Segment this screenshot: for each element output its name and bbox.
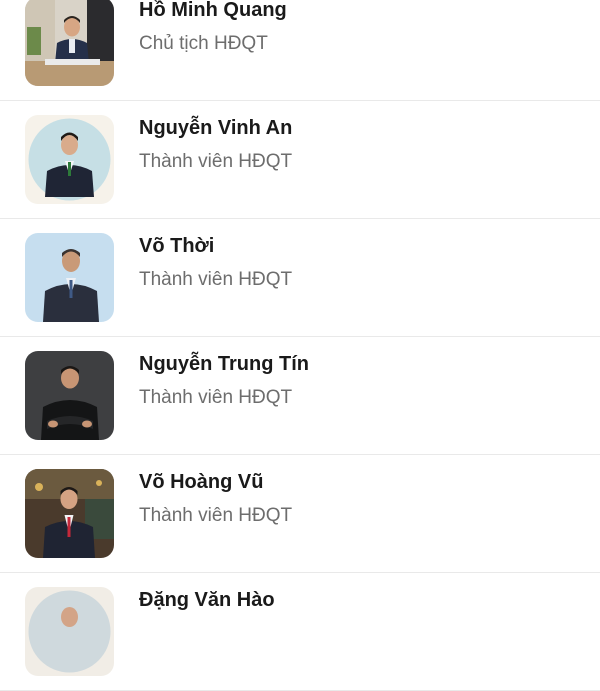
list-item[interactable]: Đặng Văn Hào bbox=[0, 573, 600, 691]
list-item[interactable]: Võ Thời Thành viên HĐQT bbox=[0, 219, 600, 337]
member-name: Hồ Minh Quang bbox=[139, 0, 287, 21]
member-role: Thành viên HĐQT bbox=[139, 269, 293, 290]
person-portrait-photo-icon bbox=[25, 587, 114, 676]
member-name: Võ Hoàng Vũ bbox=[139, 471, 264, 493]
avatar[interactable] bbox=[25, 233, 114, 322]
list-item[interactable]: Hồ Minh Quang Chủ tịch HĐQT bbox=[0, 0, 600, 101]
avatar[interactable] bbox=[25, 0, 114, 86]
member-name: Võ Thời bbox=[139, 235, 215, 257]
list-item[interactable]: Nguyễn Vinh An Thành viên HĐQT bbox=[0, 101, 600, 219]
board-members-list: Hồ Minh Quang Chủ tịch HĐQT Nguyễn Vinh … bbox=[0, 0, 600, 691]
person-portrait-photo-icon bbox=[25, 233, 114, 322]
avatar[interactable] bbox=[25, 351, 114, 440]
member-role: Thành viên HĐQT bbox=[139, 505, 293, 526]
member-name: Nguyễn Vinh An bbox=[139, 117, 293, 139]
member-name: Nguyễn Trung Tín bbox=[139, 353, 309, 375]
person-portrait-circle-photo-icon bbox=[25, 115, 114, 204]
avatar[interactable] bbox=[25, 115, 114, 204]
member-name: Đặng Văn Hào bbox=[139, 589, 275, 611]
person-at-desk-photo-icon bbox=[25, 0, 114, 86]
member-role: Thành viên HĐQT bbox=[139, 387, 293, 408]
person-portrait-photo-icon bbox=[25, 469, 114, 558]
member-role: Chủ tịch HĐQT bbox=[139, 33, 268, 54]
avatar[interactable] bbox=[25, 587, 114, 676]
avatar[interactable] bbox=[25, 469, 114, 558]
member-role: Thành viên HĐQT bbox=[139, 151, 293, 172]
list-item[interactable]: Nguyễn Trung Tín Thành viên HĐQT bbox=[0, 337, 600, 455]
person-arms-crossed-photo-icon bbox=[25, 351, 114, 440]
list-item[interactable]: Võ Hoàng Vũ Thành viên HĐQT bbox=[0, 455, 600, 573]
